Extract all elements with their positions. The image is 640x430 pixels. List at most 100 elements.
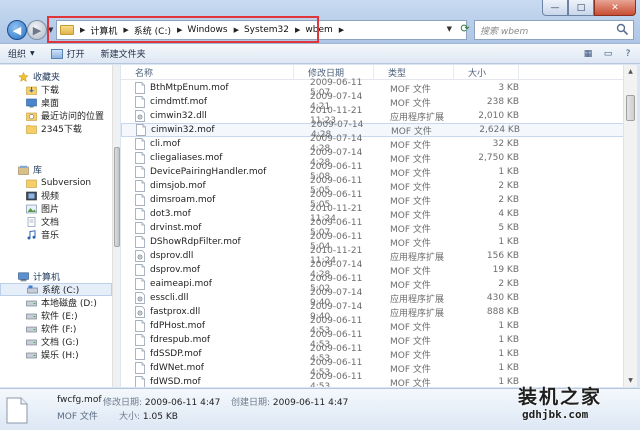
table-row[interactable]: DevicePairingHandler.mof 2009-06-11 5:08 M… [121,162,630,182]
table-row[interactable]: cimwin32.mof 2009-07-14 4:28 MOF 文件 2,624 K… [121,120,630,140]
table-row[interactable]: fdrespub.mof 2009-06-11 4:53 MOF 文件 1 KB [121,330,630,350]
refresh-icon[interactable]: ⟳ [457,22,473,38]
view-options-icon[interactable]: ▦ [580,46,596,61]
mof-file-icon [135,152,145,164]
nav-item-desktop[interactable]: 桌面 [0,96,112,109]
table-row[interactable]: cimwin32.dll 2010-11-21 11:23 应用程序扩展 2,010 … [121,106,630,126]
minimize-button[interactable]: — [542,0,568,16]
nav-item-documents[interactable]: 文档 [0,215,112,228]
arrow-left-icon: ◀ [12,23,22,37]
nav-item-drive-h[interactable]: 娱乐 (H:) [0,348,112,361]
address-bar[interactable]: ▶ 计算机 ▶ 系统 (C:) ▶ Windows ▶ System32 ▶ wbem ▶… [56,20,467,40]
file-type-cell: MOF 文件 [390,140,431,151]
file-list-scrollbar[interactable]: ▲ ▼ [623,65,637,387]
address-dropdown[interactable]: ▼ [447,25,452,33]
search-icon[interactable] [616,23,629,36]
forward-button[interactable]: ▶ [27,20,47,40]
command-bar: 组织 ▼ 打开 新建文件夹 ▦ ▭ ? [0,44,640,64]
nav-scroll-thumb[interactable] [114,147,120,247]
table-row[interactable]: eaimeapi.mof 2009-06-11 5:02 MOF 文件 2 KB [121,274,630,294]
open-button[interactable]: 打开 [43,44,93,63]
table-row[interactable]: dimsjob.mof 2009-06-11 5:05 MOF 文件 2 KB [121,176,630,196]
column-name[interactable]: 名称 [121,65,294,80]
library-folder-icon [26,179,37,188]
nav-item-subversion[interactable]: Subversion [0,176,112,189]
file-date-cell: 2009-06-11 4:53 [310,372,363,387]
column-size[interactable]: 大小 [454,65,519,80]
table-row[interactable]: fdPHost.mof 2009-06-11 4:53 MOF 文件 1 KB [121,316,630,336]
recent-pages-dropdown[interactable]: ▼ [48,26,53,34]
nav-item-2345-downloads[interactable]: 2345下载 [0,122,112,135]
nav-item-downloads[interactable]: 下载 [0,83,112,96]
table-row[interactable]: cimdmtf.mof 2009-07-14 4:21 MOF 文件 238 KB [121,92,630,112]
table-row[interactable]: fdWNet.mof 2009-06-11 4:53 MOF 文件 1 KB [121,358,630,378]
table-row[interactable]: dsprov.mof 2009-07-14 4:28 MOF 文件 19 KB [121,260,630,280]
mof-file-icon [135,194,145,206]
table-row[interactable]: esscli.dll 2009-07-14 9:40 应用程序扩展 430 KB [121,288,630,308]
organize-button[interactable]: 组织 ▼ [0,44,43,63]
column-type[interactable]: 类型 [374,65,454,80]
nav-item-music[interactable]: 音乐 [0,228,112,241]
breadcrumb-root-arrow[interactable]: ▶ [74,21,90,39]
back-button[interactable]: ◀ [7,20,27,40]
preview-pane-icon[interactable]: ▭ [600,46,616,61]
nav-item-drive-f[interactable]: 软件 (F:) [0,322,112,335]
mof-file-icon [135,208,145,220]
breadcrumb-windows[interactable]: Windows ▶ [187,21,244,39]
nav-item-drive-e[interactable]: 软件 (E:) [0,309,112,322]
file-size-cell: 156 KB [486,251,519,261]
table-row[interactable]: DShowRdpFilter.mof 2009-06-11 5:04 MOF 文件 1… [121,232,630,252]
breadcrumb-system32[interactable]: System32 ▶ [244,21,305,39]
file-size-cell: 1 KB [498,237,519,247]
new-folder-button[interactable]: 新建文件夹 [93,44,154,63]
selected-file-type: MOF 文件 [57,412,98,422]
file-name-cell: fdrespub.mof [121,334,294,346]
file-type-cell: MOF 文件 [390,224,431,235]
nav-item-drive-d[interactable]: 本地磁盘 (D:) [0,296,112,309]
mof-file-icon [135,348,145,360]
mof-file-icon [135,166,145,178]
drive-icon [26,339,37,345]
folder-icon [60,25,74,35]
nav-pane-scrollbar[interactable] [112,65,120,387]
nav-favorites[interactable]: 收藏夹 [0,70,112,83]
modified-info: 修改日期: 2009-06-11 4:47 [103,398,221,408]
table-row[interactable]: dot3.mof 2010-11-21 11:24 MOF 文件 4 KB [121,204,630,224]
table-row[interactable]: fdSSDP.mof 2009-06-11 4:53 MOF 文件 1 KB [121,344,630,364]
nav-libraries[interactable]: 库 [0,163,112,176]
search-input[interactable]: 搜索 wbem [474,20,634,40]
table-row[interactable]: drvinst.mof 2009-06-11 5:07 MOF 文件 5 KB [121,218,630,238]
file-name-cell: DevicePairingHandler.mof [121,166,294,178]
table-row[interactable]: cli.mof 2009-07-14 4:28 MOF 文件 32 KB [121,134,630,154]
help-icon[interactable]: ? [620,46,636,61]
nav-item-videos[interactable]: 视频 [0,189,112,202]
table-row[interactable]: fastprox.dll 2009-07-14 9:40 应用程序扩展 888 KB [121,302,630,322]
file-scroll-thumb[interactable] [626,95,635,121]
desktop-icon [26,98,37,107]
table-row[interactable]: BthMtpEnum.mof 2009-06-11 5:07 MOF 文件 3 KB [121,78,630,98]
nav-computer[interactable]: 计算机 [0,270,112,283]
file-type-cell: MOF 文件 [390,280,431,291]
file-size-cell: 888 KB [486,307,519,317]
file-name-cell: dimsjob.mof [121,180,294,192]
file-type-cell: 应用程序扩展 [390,294,445,305]
nav-item-pictures[interactable]: 图片 [0,202,112,215]
recent-places-icon [26,112,37,121]
breadcrumb-drive-c[interactable]: 系统 (C:) ▶ [134,21,188,39]
table-row[interactable]: dsprov.dll 2010-11-21 11:24 应用程序扩展 156 KB [121,246,630,266]
file-size-cell: 2,624 KB [479,125,520,135]
nav-item-drive-g[interactable]: 文档 (G:) [0,335,112,348]
navigation-pane: 收藏夹 下载 桌面 最近访问的位置 2345下载 库 Subversion 视频… [0,65,120,387]
nav-item-recent-places[interactable]: 最近访问的位置 [0,109,112,122]
table-row[interactable]: cliegaliases.mof 2009-07-14 4:28 MOF 文件 2,7… [121,148,630,168]
system-drive-icon [27,285,38,293]
maximize-button[interactable]: □ [568,0,594,16]
breadcrumb-computer[interactable]: 计算机 ▶ [90,21,133,39]
scroll-up-arrow[interactable]: ▲ [624,65,637,78]
video-icon [26,191,37,200]
nav-item-drive-c[interactable]: 系统 (C:) [0,283,112,296]
breadcrumb-wbem[interactable]: wbem ▶ [305,21,349,39]
close-button[interactable]: ✕ [594,0,636,16]
table-row[interactable]: dimsroam.mof 2009-06-11 5:05 MOF 文件 2 KB [121,190,630,210]
open-icon [50,48,63,59]
